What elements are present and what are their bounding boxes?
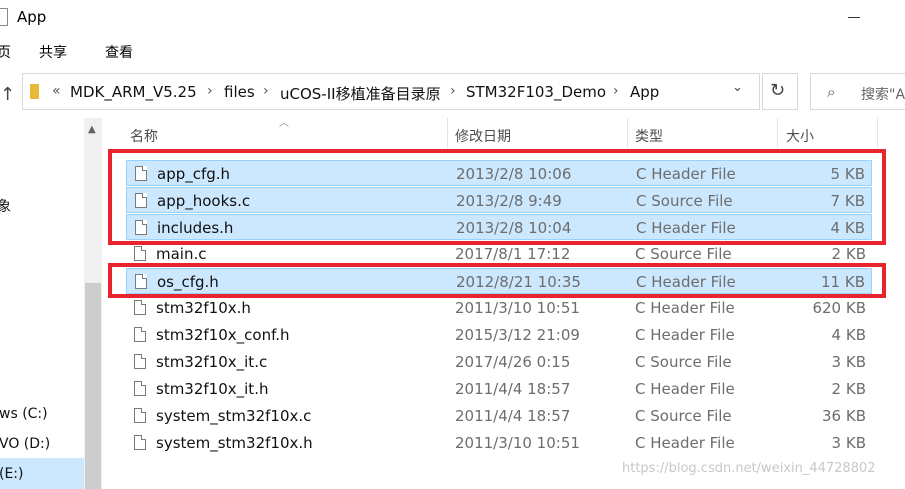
file-type: C Header File [635,299,735,317]
chevron-right-icon[interactable]: › [263,83,269,99]
title-bar [0,0,905,36]
file-icon [134,246,146,261]
column-divider[interactable] [447,118,448,148]
file-name: stm32f10x.h [156,299,251,317]
refresh-icon[interactable]: ↻ [770,80,785,101]
file-size: 4 KB [831,326,866,344]
chevron-right-icon[interactable]: › [207,83,213,99]
search-placeholder: 搜索"A [861,87,905,103]
file-name: stm32f10x_conf.h [156,326,290,344]
file-type: C Header File [635,326,735,344]
column-header-size[interactable]: 大小 [786,126,814,146]
sort-ascending-icon: ︿ [279,118,289,129]
file-type: C Header File [635,434,735,452]
breadcrumb-item-current[interactable]: App [630,83,659,101]
file-name: system_stm32f10x.c [156,407,312,425]
file-row[interactable]: stm32f10x.h 2011/3/10 10:51 C Header File 6… [126,295,872,321]
file-name: system_stm32f10x.h [156,434,313,452]
file-size: 36 KB [822,407,866,425]
annotation-box [108,263,886,298]
tab-share[interactable]: 共享 [39,42,67,62]
minimize-icon[interactable] [848,17,860,18]
breadcrumb-item[interactable]: uCOS-II移植准备目录原 [280,83,441,104]
file-row[interactable]: stm32f10x_it.c 2017/4/26 0:15 C Source Fil… [126,349,872,375]
tab-view[interactable]: 查看 [105,42,133,62]
file-size: 620 KB [812,299,866,317]
nav-scroll-thumb[interactable] [85,283,101,489]
scroll-up-icon[interactable]: ▲ [88,124,96,135]
chevron-right-icon[interactable]: › [450,83,456,99]
file-icon [134,327,146,342]
up-arrow-icon[interactable]: ↑ [0,84,15,105]
file-type: C Source File [635,407,732,425]
file-name: main.c [156,245,207,263]
file-name: stm32f10x_it.c [156,353,268,371]
quick-access-icon[interactable] [0,8,8,26]
breadcrumb-item[interactable]: files [224,83,255,101]
folder-icon [30,84,39,99]
file-icon [134,354,146,369]
watermark: https://blog.csdn.net/weixin_44728802 [622,461,876,476]
file-size: 3 KB [831,353,866,371]
column-divider[interactable] [627,118,628,148]
breadcrumb-item[interactable]: MDK_ARM_V5.25 [70,83,197,101]
nav-item[interactable]: 象 [0,196,11,216]
file-date: 2011/3/10 10:51 [455,434,580,452]
window-title: App [17,8,47,26]
search-icon: ⌕ [827,83,836,101]
file-icon [134,381,146,396]
file-icon [134,408,146,423]
file-row[interactable]: stm32f10x_conf.h 2015/3/12 21:09 C Header … [126,322,872,348]
file-date: 2015/3/12 21:09 [455,326,580,344]
file-size: 2 KB [831,245,866,263]
file-row[interactable]: system_stm32f10x.h 2011/3/10 10:51 C Heade… [126,430,872,456]
chevron-down-icon[interactable]: ⌄ [732,80,743,95]
file-name: stm32f10x_it.h [156,380,269,398]
annotation-box [108,149,886,245]
column-header-type[interactable]: 类型 [635,126,663,146]
file-date: 2017/8/1 17:12 [455,245,571,263]
file-icon [134,300,146,315]
file-date: 2017/4/26 0:15 [455,353,571,371]
breadcrumb-overflow[interactable]: « [52,83,61,99]
column-header-date[interactable]: 修改日期 [455,126,511,146]
file-type: C Header File [635,380,735,398]
file-row[interactable]: stm32f10x_it.h 2011/4/4 18:57 C Header Fil… [126,376,872,402]
file-size: 3 KB [831,434,866,452]
file-icon [134,435,146,450]
tab-home[interactable]: 页 [0,42,11,62]
breadcrumb-item[interactable]: STM32F103_Demo [466,83,606,101]
column-header-name[interactable]: 名称 [130,126,158,146]
file-date: 2011/4/4 18:57 [455,380,571,398]
chevron-right-icon[interactable]: › [613,83,619,99]
file-size: 2 KB [831,380,866,398]
file-row[interactable]: system_stm32f10x.c 2011/4/4 18:57 C Source… [126,403,872,429]
nav-item-drive-e[interactable]: (E:) [0,466,24,482]
file-type: C Source File [635,353,732,371]
nav-item-drive-c[interactable]: ws (C:) [0,406,48,422]
column-divider[interactable] [777,118,778,148]
file-date: 2011/3/10 10:51 [455,299,580,317]
file-date: 2011/4/4 18:57 [455,407,571,425]
column-divider[interactable] [877,118,878,148]
nav-item-drive-d[interactable]: VO (D:) [0,436,50,452]
file-type: C Source File [635,245,732,263]
